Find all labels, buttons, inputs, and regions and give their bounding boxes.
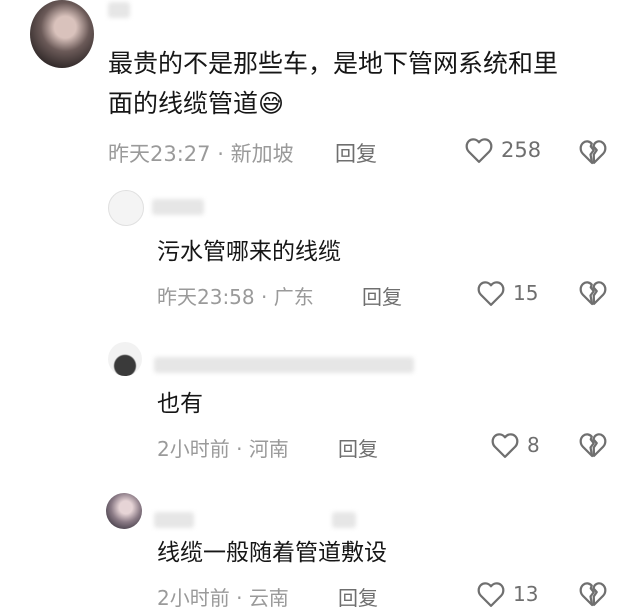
comment-text: 最贵的不是那些车，是地下管网系统和里 面的线缆管道😅	[108, 44, 558, 124]
comment-time: 昨天23:27	[108, 142, 211, 166]
comment-item: 线缆一般随着管道敷设 2小时前 · 云南 回复 13	[0, 488, 640, 613]
reply-button[interactable]: 回复	[338, 582, 378, 611]
heart-outline-icon	[491, 433, 519, 458]
like-button[interactable]: 15	[476, 279, 538, 307]
heart-outline-icon	[477, 281, 505, 306]
meta-separator: ·	[217, 142, 224, 166]
comment-location: 河南	[248, 437, 289, 461]
comment-time: 2小时前	[157, 586, 230, 610]
like-button[interactable]: 13	[476, 580, 538, 608]
broken-heart-icon	[579, 582, 607, 607]
comment-meta: 2小时前 · 云南	[157, 582, 289, 611]
like-count: 15	[513, 281, 539, 305]
like-count: 8	[527, 433, 540, 457]
dislike-button[interactable]	[578, 431, 608, 463]
like-count: 13	[513, 582, 539, 606]
heart-outline-icon	[477, 582, 505, 607]
comment-text-line: 面的线缆管道😅	[108, 89, 285, 118]
comment-item: 最贵的不是那些车，是地下管网系统和里 面的线缆管道😅 昨天23:27 · 新加坡…	[0, 0, 640, 175]
comment-location: 新加坡	[230, 142, 294, 166]
comment-item: 污水管哪来的线缆 昨天23:58 · 广东 回复 15	[0, 185, 640, 310]
comment-location: 云南	[248, 586, 289, 610]
username-blurred[interactable]	[108, 2, 130, 18]
comment-time: 2小时前	[157, 437, 230, 461]
avatar[interactable]	[106, 493, 142, 529]
comment-time: 昨天23:58	[157, 285, 255, 309]
reply-button[interactable]: 回复	[362, 281, 402, 310]
comment-text-line: 线缆一般随着管道敷设	[157, 540, 387, 566]
comment-text-line: 也有	[157, 391, 203, 417]
reply-button[interactable]: 回复	[338, 433, 378, 462]
comment-text-line: 最贵的不是那些车，是地下管网系统和里	[108, 49, 559, 78]
comment-text: 也有	[157, 387, 203, 421]
username-blurred[interactable]	[332, 512, 356, 528]
comment-location: 广东	[273, 285, 314, 309]
comment-text: 线缆一般随着管道敷设	[157, 536, 387, 570]
comment-meta: 昨天23:27 · 新加坡	[108, 138, 294, 168]
heart-outline-icon	[465, 138, 493, 163]
like-button[interactable]: 8	[490, 431, 540, 459]
avatar[interactable]	[30, 0, 94, 68]
dislike-button[interactable]	[578, 279, 608, 311]
like-button[interactable]: 258	[464, 136, 541, 164]
username-blurred[interactable]	[152, 199, 204, 215]
broken-heart-icon	[579, 281, 607, 306]
avatar[interactable]	[108, 190, 144, 226]
broken-heart-icon	[579, 433, 607, 458]
comment-meta: 昨天23:58 · 广东	[157, 281, 314, 310]
like-count: 258	[501, 138, 542, 162]
comment-text-line: 污水管哪来的线缆	[157, 239, 341, 265]
meta-separator: ·	[236, 586, 243, 610]
reply-button[interactable]: 回复	[335, 138, 377, 168]
dislike-button[interactable]	[578, 580, 608, 612]
comment-meta: 2小时前 · 河南	[157, 433, 289, 462]
avatar[interactable]	[108, 342, 142, 376]
comment-item: 也有 2小时前 · 河南 回复 8	[0, 335, 640, 465]
username-blurred[interactable]	[154, 357, 414, 373]
dislike-button[interactable]	[578, 138, 608, 170]
meta-separator: ·	[261, 285, 268, 309]
username-blurred[interactable]	[154, 512, 194, 528]
broken-heart-icon	[579, 140, 607, 165]
meta-separator: ·	[236, 437, 243, 461]
comment-text: 污水管哪来的线缆	[157, 235, 341, 269]
